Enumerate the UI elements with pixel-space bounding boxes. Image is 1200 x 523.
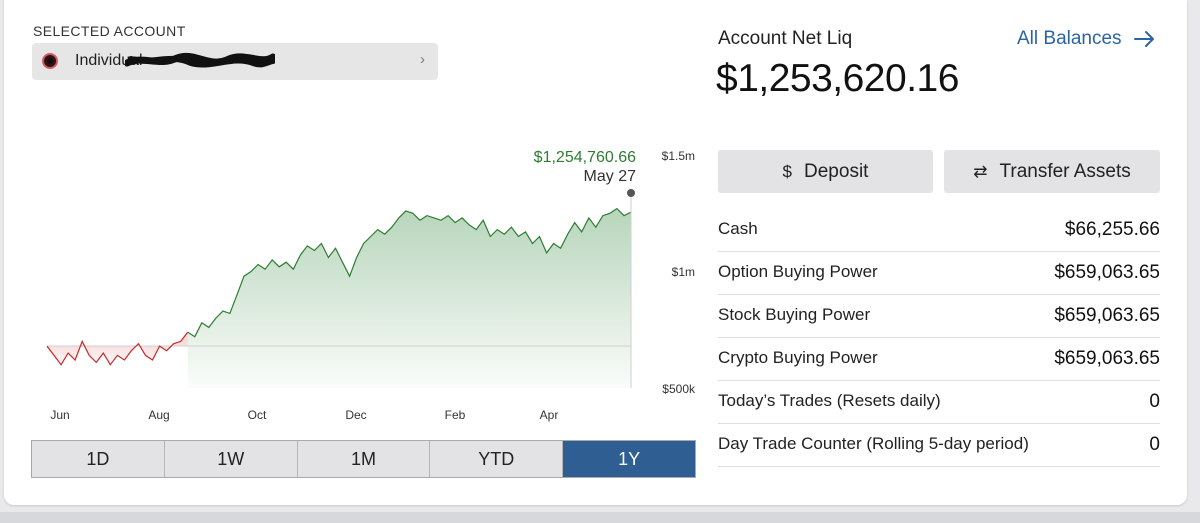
balance-label: Crypto Buying Power (718, 348, 878, 367)
transfer-icon: ⇄ (973, 161, 988, 181)
balance-label: Day Trade Counter (Rolling 5-day period) (718, 434, 1029, 453)
x-tick-label: Oct (248, 408, 267, 422)
balance-row: Cash $66,255.66 (718, 208, 1160, 252)
arrow-right-icon[interactable] (1133, 29, 1157, 49)
all-balances-link[interactable]: All Balances (1017, 28, 1122, 50)
x-tick-label: Aug (148, 408, 169, 422)
dollar-icon: $ (782, 161, 793, 181)
net-liq-label: Account Net Liq (718, 28, 853, 49)
transfer-assets-button[interactable]: ⇄ Transfer Assets (944, 150, 1160, 193)
range-button-1d[interactable]: 1D (32, 441, 164, 477)
range-button-ytd[interactable]: YTD (429, 441, 562, 477)
balance-label: Option Buying Power (718, 262, 878, 281)
net-liq-value: $1,253,620.16 (716, 57, 959, 100)
balance-row: Today’s Trades (Resets daily) 0 (718, 380, 1160, 424)
tooltip-date: May 27 (584, 168, 637, 185)
balance-value: $66,255.66 (1064, 219, 1160, 240)
time-range-selector: 1D 1W 1M YTD 1Y (31, 440, 696, 478)
x-tick-label: Dec (345, 408, 366, 422)
y-tick-label: $500k (662, 382, 696, 396)
range-button-1w[interactable]: 1W (163, 441, 297, 477)
balance-row: Day Trade Counter (Rolling 5-day period)… (718, 423, 1160, 467)
range-button-1y[interactable]: 1Y (562, 441, 695, 477)
y-tick-label: $1m (672, 265, 695, 279)
balance-label: Stock Buying Power (718, 305, 871, 324)
balance-label: Cash (718, 219, 758, 238)
transfer-label: Transfer Assets (999, 160, 1131, 182)
y-tick-label: $1.5m (662, 149, 695, 163)
deposit-button[interactable]: $ Deposit (718, 150, 933, 193)
balance-row: Crypto Buying Power $659,063.65 (718, 337, 1160, 381)
account-value-chart: $1,254,760.66 May 27 $1.5m $1m $500k Jun Aug Oc… (46, 149, 696, 422)
tooltip-value: $1,254,760.66 (534, 149, 636, 166)
x-tick-label: Apr (540, 408, 559, 422)
cursor-dot (627, 189, 635, 197)
range-button-1m[interactable]: 1M (296, 441, 430, 477)
balance-value: $659,063.65 (1054, 305, 1160, 326)
balance-value: 0 (1149, 391, 1160, 412)
gain-area (187, 208, 631, 388)
x-tick-label: Feb (445, 408, 466, 422)
balance-value: $659,063.65 (1054, 348, 1160, 369)
background-strip (0, 512, 1200, 523)
balance-row: Stock Buying Power $659,063.65 (718, 294, 1160, 338)
loss-area (47, 332, 188, 365)
balance-value: 0 (1149, 434, 1160, 455)
balance-value: $659,063.65 (1054, 262, 1160, 283)
deposit-label: Deposit (804, 160, 869, 182)
balance-row: Option Buying Power $659,063.65 (718, 251, 1160, 295)
balance-label: Today’s Trades (Resets daily) (718, 391, 941, 410)
x-tick-label: Jun (50, 408, 69, 422)
